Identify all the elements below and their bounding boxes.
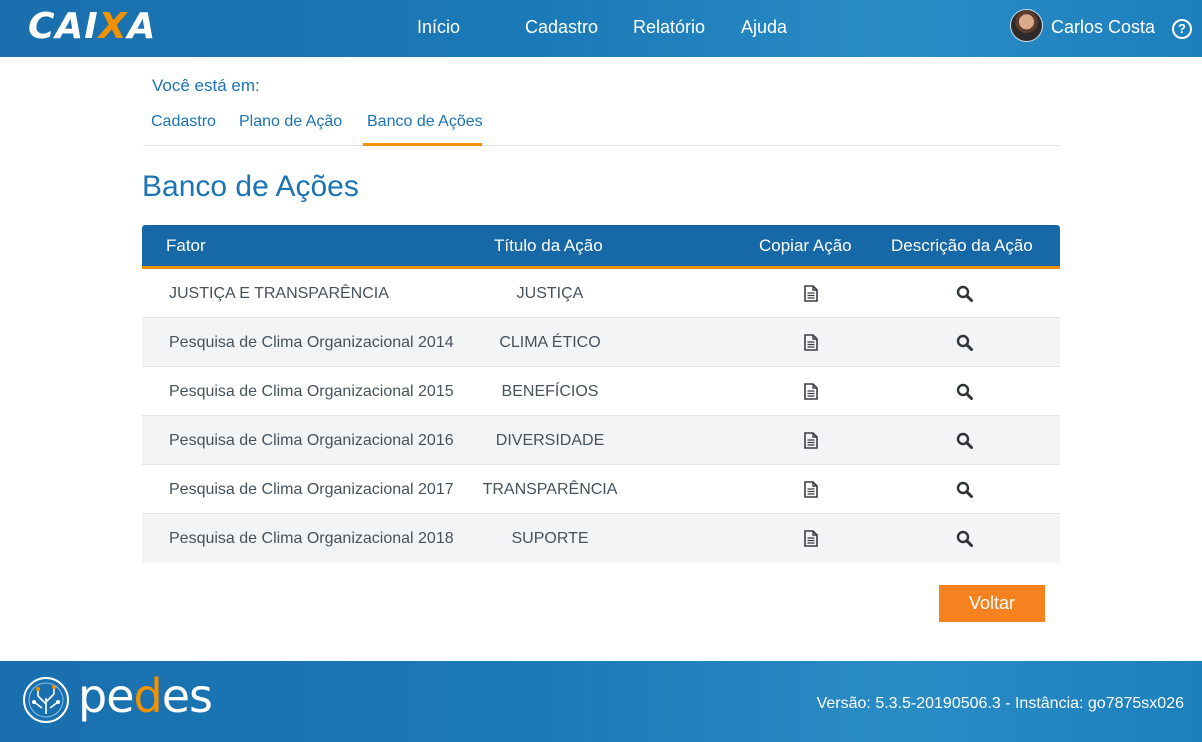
header-fator[interactable]: Fator [166,235,206,257]
table-row: JUSTIÇA E TRANSPARÊNCIA JUSTIÇA [142,269,1060,318]
pedes-emblem-icon [23,677,69,723]
search-icon[interactable] [956,334,973,351]
table-header: Fator Título da Ação Copiar Ação Descriç… [142,225,1060,269]
document-icon[interactable] [804,383,818,400]
page-title: Banco de Ações [142,170,359,203]
cell-titulo-text: SUPORTE [511,530,589,547]
document-icon[interactable] [804,481,818,498]
breadcrumb-item-cadastro[interactable]: Cadastro [151,113,216,131]
cell-fator: Pesquisa de Clima Organizacional 2018 [169,530,454,547]
document-icon[interactable] [804,285,818,302]
user-name[interactable]: Carlos Costa [1051,16,1155,38]
cell-fator: JUSTIÇA E TRANSPARÊNCIA [169,285,389,302]
caixa-logo[interactable]: CAIXA [28,8,156,46]
table-row: Pesquisa de Clima Organizacional 2018 SUP… [142,514,1060,563]
version-info: Versão: 5.3.5-20190506.3 - Instância: go… [816,695,1184,712]
table-row: Pesquisa de Clima Organizacional 2015 BEN… [142,367,1060,416]
logo-x: X [98,6,128,47]
document-icon[interactable] [804,432,818,449]
header-titulo-acao[interactable]: Título da Ação [494,235,603,257]
search-icon[interactable] [956,285,973,302]
cell-titulo-text: CLIMA ÉTICO [499,334,601,351]
back-button[interactable]: Voltar [939,585,1045,622]
breadcrumb-label: Você está em: [152,76,260,95]
cell-titulo-text: DIVERSIDADE [495,432,605,449]
breadcrumb-item-plano-de-acao[interactable]: Plano de Ação [239,113,342,131]
actions-table: Fator Título da Ação Copiar Ação Descriç… [142,225,1060,563]
breadcrumb-divider [143,145,1059,146]
pedes-logo-pre: pe [78,669,134,723]
help-icon[interactable]: ? [1172,19,1192,39]
cell-titulo-text: BENEFÍCIOS [501,383,599,400]
cell-fator: Pesquisa de Clima Organizacional 2017 [169,481,454,498]
search-icon[interactable] [956,481,973,498]
pedes-logo-post: es [161,669,213,723]
document-icon[interactable] [804,334,818,351]
nav-relatorio[interactable]: Relatório [633,16,705,38]
search-icon[interactable] [956,383,973,400]
top-navbar: CAIXA Início Cadastro Relatório Ajuda Ca… [0,0,1202,57]
pedes-logo-accent: d [133,669,163,723]
nav-inicio[interactable]: Início [417,16,460,38]
table-row: Pesquisa de Clima Organizacional 2017 TRA… [142,465,1060,514]
table-body: JUSTIÇA E TRANSPARÊNCIA JUSTIÇA Pesquisa d… [142,269,1060,563]
nav-ajuda[interactable]: Ajuda [741,16,787,38]
table-row: Pesquisa de Clima Organizacional 2014 CLI… [142,318,1060,367]
cell-fator: Pesquisa de Clima Organizacional 2014 [169,334,454,351]
logo-text-end: A [127,6,157,47]
cell-titulo-text: TRANSPARÊNCIA [482,481,618,498]
breadcrumb-active-indicator [363,143,482,146]
breadcrumb-item-banco-de-acoes[interactable]: Banco de Ações [367,113,483,131]
cell-fator: Pesquisa de Clima Organizacional 2015 [169,383,454,400]
cell-titulo-text: JUSTIÇA [516,285,584,302]
document-icon[interactable] [804,530,818,547]
header-copiar-acao[interactable]: Copiar Ação [759,235,852,257]
logo-text: CAI [28,6,99,47]
pedes-logo: pedes [78,669,213,723]
user-avatar[interactable] [1010,9,1043,42]
table-row: Pesquisa de Clima Organizacional 2016 DIV… [142,416,1060,465]
search-icon[interactable] [956,530,973,547]
search-icon[interactable] [956,432,973,449]
header-descricao-acao[interactable]: Descrição da Ação [891,235,1033,257]
footer: pedes Versão: 5.3.5-20190506.3 - Instânc… [0,661,1202,742]
cell-fator: Pesquisa de Clima Organizacional 2016 [169,432,454,449]
nav-cadastro[interactable]: Cadastro [525,16,598,38]
